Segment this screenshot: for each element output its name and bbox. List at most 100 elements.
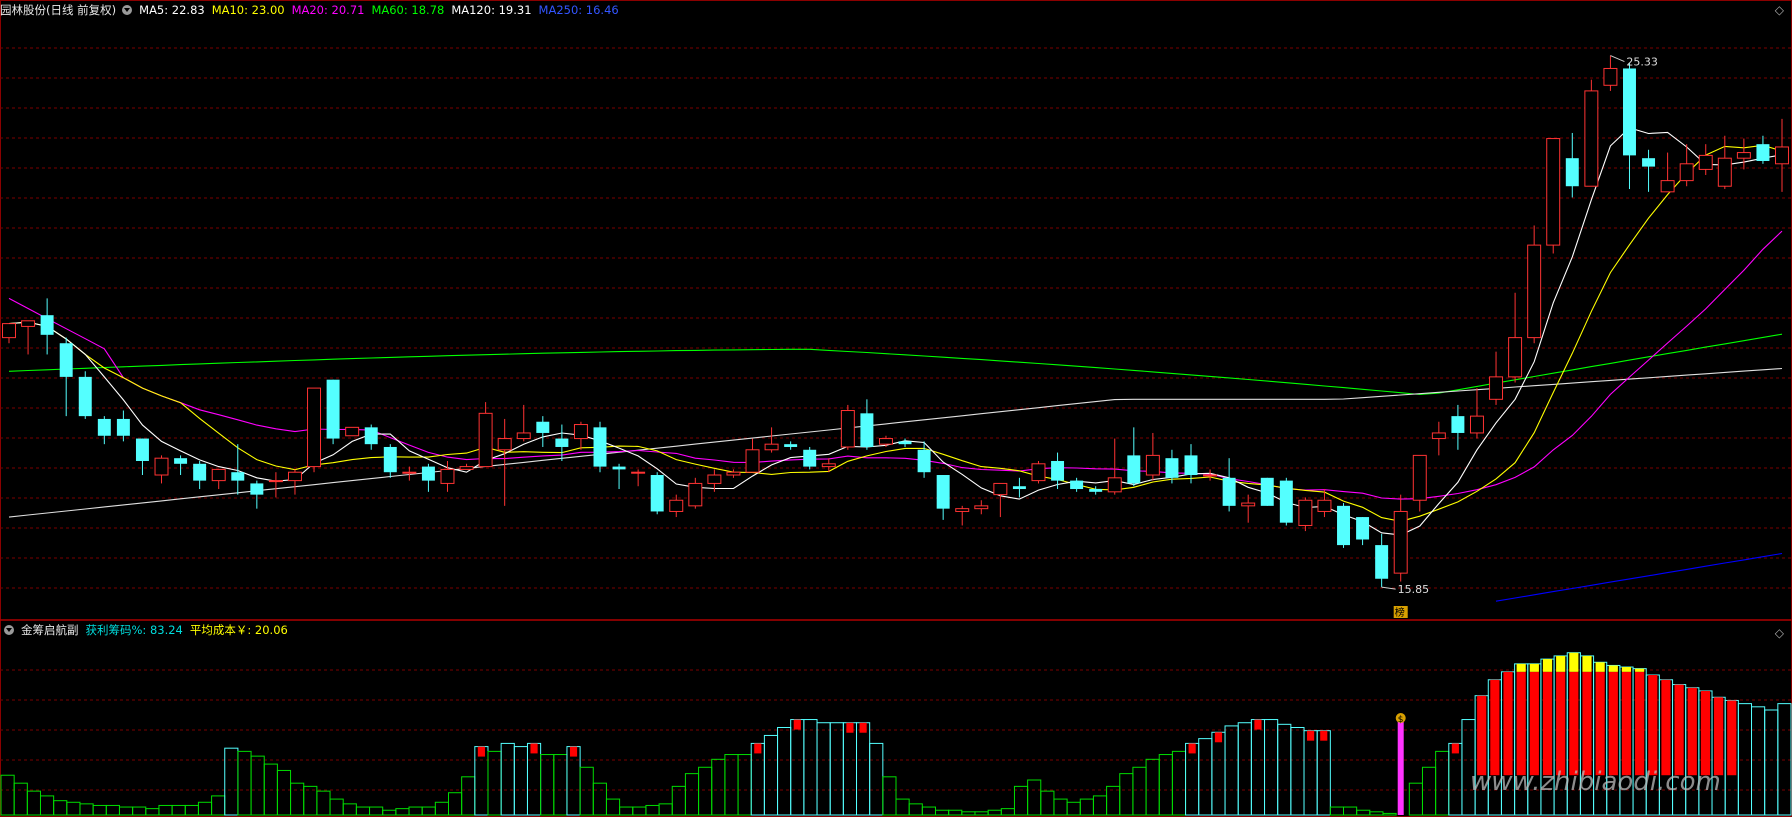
chevron-down-icon[interactable] xyxy=(4,625,14,635)
chip-bar-red xyxy=(1188,743,1196,754)
chip-bar xyxy=(632,806,647,816)
chip-bar xyxy=(1290,727,1305,816)
ma20-label: MA20: 20.71 xyxy=(291,3,365,17)
chip-bar-yellow xyxy=(1621,667,1632,672)
chip-bar-red xyxy=(530,743,538,754)
candle-body xyxy=(402,471,417,474)
chip-bar xyxy=(1264,719,1279,816)
chip-bar-red xyxy=(1595,671,1605,776)
chip-bar xyxy=(553,754,568,816)
ma5-label: MA5: 22.83 xyxy=(139,3,205,17)
chip-bar xyxy=(513,746,528,816)
chip-bar-red xyxy=(1516,671,1526,776)
chip-bar-red xyxy=(1608,671,1618,776)
high-label: 25.33 xyxy=(1626,56,1658,69)
profit-chips-label: 获利筹码%: 83.24 xyxy=(85,623,183,637)
chevron-down-icon[interactable] xyxy=(122,5,133,15)
chip-bar xyxy=(290,782,305,816)
candle-body xyxy=(287,471,302,482)
chip-bar xyxy=(92,804,107,816)
candle-body xyxy=(478,412,493,468)
candle-body xyxy=(1679,163,1694,182)
chip-bar xyxy=(211,795,226,816)
diamond-icon[interactable]: ◇ xyxy=(1775,3,1784,17)
diamond-icon[interactable]: ◇ xyxy=(1775,626,1784,640)
chip-bar xyxy=(1106,785,1121,816)
chip-bar xyxy=(829,722,844,816)
chip-bar xyxy=(0,774,15,816)
candle-body xyxy=(1184,455,1198,476)
chip-bar xyxy=(382,809,397,816)
chip-bar xyxy=(895,798,910,816)
chip-bar xyxy=(908,803,923,816)
candle-body xyxy=(1775,146,1789,165)
chip-bar xyxy=(882,776,897,816)
low-label: 15.85 xyxy=(1398,583,1430,596)
chip-bar xyxy=(1277,723,1292,816)
chip-bar-yellow xyxy=(1595,662,1605,672)
candle-body xyxy=(459,466,474,470)
candle-body xyxy=(135,438,149,461)
chip-bar xyxy=(184,804,199,816)
chip-bar xyxy=(421,806,436,816)
candle-body xyxy=(1222,477,1236,506)
chip-bar xyxy=(658,803,673,816)
candle-body xyxy=(1165,458,1179,478)
main-chart-header: 园林股份(日线 前复权) MA5: 22.83 MA10: 23.00 MA20… xyxy=(0,1,626,19)
candle-body xyxy=(211,468,226,482)
candle-body xyxy=(840,410,855,448)
candle-body xyxy=(1393,510,1408,574)
candle-body xyxy=(1031,463,1046,482)
chip-bar xyxy=(1185,742,1200,816)
candle-body xyxy=(1451,416,1465,433)
chip-bar-red xyxy=(1451,743,1459,754)
chip-bar xyxy=(1013,785,1029,816)
chip-bar xyxy=(1132,766,1147,816)
candle-body xyxy=(154,457,169,476)
ma120-label: MA120: 19.31 xyxy=(451,3,532,17)
candle-body xyxy=(2,323,16,339)
chip-bar xyxy=(13,782,28,816)
chip-bar xyxy=(500,742,515,816)
chip-bar-red xyxy=(1661,679,1671,776)
chip-bar-red xyxy=(1635,671,1645,776)
chip-bar xyxy=(39,795,55,816)
chip-bar xyxy=(132,806,147,816)
candle-body xyxy=(1260,477,1274,506)
chip-bar-red xyxy=(1700,690,1711,776)
chip-bar-red xyxy=(846,722,854,733)
candle-body xyxy=(364,427,378,445)
candle-body xyxy=(1051,460,1065,481)
indicator-name[interactable]: 金筹启航副 xyxy=(21,622,79,638)
candle-body xyxy=(1756,144,1770,161)
chip-bar xyxy=(1369,811,1384,816)
chip-bar xyxy=(1145,758,1160,816)
candle-body xyxy=(307,387,322,468)
candle-body xyxy=(1565,158,1579,187)
chip-bar xyxy=(1448,742,1463,816)
chip-bar-red xyxy=(859,722,867,733)
candle-body xyxy=(268,480,283,483)
ma10-label: MA10: 23.00 xyxy=(211,3,285,17)
stock-name-title[interactable]: 园林股份(日线 前复权) xyxy=(0,2,116,18)
chip-bar xyxy=(434,801,449,816)
chip-bar-red xyxy=(1582,671,1592,776)
chip-bar-red xyxy=(1714,697,1724,776)
chip-bar xyxy=(698,766,713,816)
chip-bar xyxy=(355,806,371,816)
chip-bar xyxy=(605,798,621,816)
chip-bar xyxy=(1751,706,1766,816)
chip-bar xyxy=(1316,730,1331,816)
candle-body xyxy=(231,472,245,481)
chip-bar xyxy=(369,806,384,816)
candle-body xyxy=(1412,454,1427,501)
chip-bar xyxy=(1053,798,1068,816)
chip-bar xyxy=(1066,801,1081,816)
candle-body xyxy=(745,449,760,473)
chip-bar-yellow xyxy=(1569,652,1579,672)
chip-bar xyxy=(948,809,963,816)
chip-bar xyxy=(329,798,344,816)
chip-bar xyxy=(592,782,607,816)
chip-bar xyxy=(671,785,686,816)
candle-body xyxy=(688,482,703,507)
